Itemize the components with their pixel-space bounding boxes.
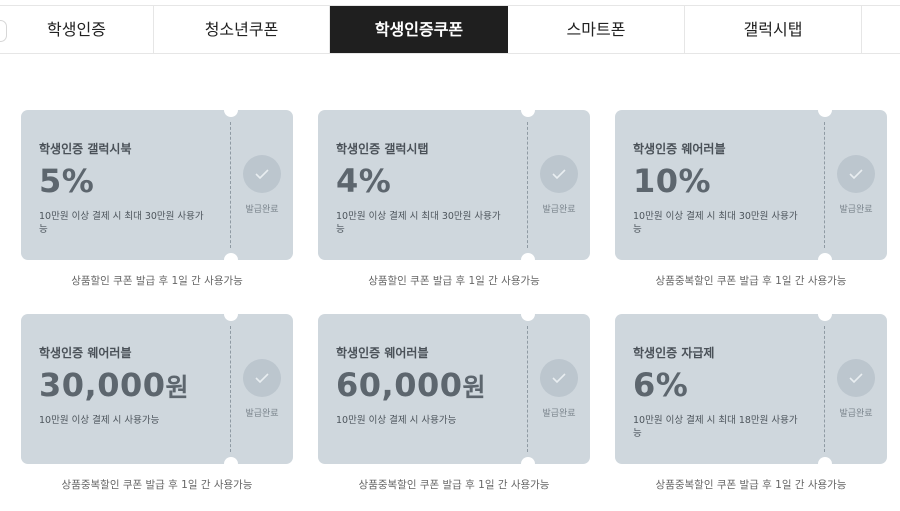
- coupon-condition: 10만원 이상 결제 시 사용가능: [336, 415, 457, 426]
- coupon-amount: 4%: [336, 162, 392, 200]
- coupon-note: 상품할인 쿠폰 발급 후 1일 간 사용가능: [71, 275, 243, 287]
- coupon-condition: 10만원 이상 결제 시 최대 30만원 사용가능: [336, 211, 501, 235]
- coupon-ticket: 학생인증 갤럭시북 5% 10만원 이상 결제 시 최대 30만원 사용가능 발…: [21, 103, 293, 267]
- coupon-amount: 10%: [633, 162, 712, 200]
- coupon-condition: 10만원 이상 결제 시 사용가능: [39, 415, 160, 426]
- coupon-amount: 5%: [39, 162, 95, 200]
- coupon-divider: [527, 326, 528, 452]
- coupon-note: 상품중복할인 쿠폰 발급 후 1일 간 사용가능: [655, 275, 847, 287]
- check-icon: [540, 155, 578, 193]
- coupon-note: 상품중복할인 쿠폰 발급 후 1일 간 사용가능: [61, 479, 253, 491]
- coupon-value: 4%: [336, 162, 391, 200]
- coupon-unit: 원: [165, 373, 189, 402]
- coupon-condition: 10만원 이상 결제 시 최대 18만원 사용가능: [633, 415, 798, 439]
- coupon-card: 학생인증 갤럭시탭 4% 10만원 이상 결제 시 최대 30만원 사용가능 발…: [318, 103, 590, 287]
- issued-status: 발급완료: [839, 205, 873, 215]
- issued-status: 발급완료: [245, 409, 279, 419]
- tab-youth-coupon[interactable]: 청소년쿠폰: [154, 6, 330, 53]
- coupon-note: 상품할인 쿠폰 발급 후 1일 간 사용가능: [368, 275, 540, 287]
- coupon-unit: 원: [462, 373, 486, 402]
- coupon-title: 학생인증 웨어러블: [336, 346, 429, 360]
- check-icon: [837, 359, 875, 397]
- check-icon: [243, 359, 281, 397]
- coupon-ticket: 학생인증 웨어러블 30,000원 10만원 이상 결제 시 사용가능 발급완료: [21, 307, 293, 471]
- coupon-card: 학생인증 웨어러블 10% 10만원 이상 결제 시 최대 30만원 사용가능 …: [615, 103, 887, 287]
- coupon-ticket: 학생인증 갤럭시탭 4% 10만원 이상 결제 시 최대 30만원 사용가능 발…: [318, 103, 590, 267]
- coupon-title: 학생인증 웨어러블: [633, 142, 726, 156]
- coupon-title: 학생인증 웨어러블: [39, 346, 132, 360]
- check-icon: [540, 359, 578, 397]
- category-tabs: 학생인증 청소년쿠폰 학생인증쿠폰 스마트폰 갤럭시탭: [0, 5, 900, 54]
- coupon-card: 학생인증 웨어러블 30,000원 10만원 이상 결제 시 사용가능 발급완료…: [21, 307, 293, 491]
- coupon-value: 6%: [633, 366, 688, 404]
- coupon-title: 학생인증 자급제: [633, 346, 715, 360]
- coupon-value: 30,000원: [39, 366, 189, 404]
- coupon-divider: [230, 326, 231, 452]
- tab-galaxy-tab[interactable]: 갤럭시탭: [685, 6, 862, 53]
- issued-status: 발급완료: [245, 205, 279, 215]
- check-icon: [837, 155, 875, 193]
- tab-smartphone[interactable]: 스마트폰: [508, 6, 685, 53]
- tab-student-coupon[interactable]: 학생인증쿠폰: [330, 6, 508, 53]
- coupon-title: 학생인증 갤럭시북: [39, 142, 132, 156]
- coupon-divider: [230, 122, 231, 248]
- coupon-condition: 10만원 이상 결제 시 최대 30만원 사용가능: [39, 211, 204, 235]
- coupon-value: 5%: [39, 162, 94, 200]
- coupon-divider: [527, 122, 528, 248]
- coupon-ticket: 학생인증 자급제 6% 10만원 이상 결제 시 최대 18만원 사용가능 발급…: [615, 307, 887, 471]
- issued-status: 발급완료: [542, 409, 576, 419]
- check-icon: [243, 155, 281, 193]
- coupon-value: 10%: [633, 162, 711, 200]
- issued-status: 발급완료: [839, 409, 873, 419]
- coupon-value: 60,000원: [336, 366, 486, 404]
- coupon-card: 학생인증 갤럭시북 5% 10만원 이상 결제 시 최대 30만원 사용가능 발…: [21, 103, 293, 287]
- coupon-note: 상품중복할인 쿠폰 발급 후 1일 간 사용가능: [358, 479, 550, 491]
- coupon-title: 학생인증 갤럭시탭: [336, 142, 429, 156]
- coupon-amount: 60,000: [336, 366, 463, 404]
- coupon-amount: 30,000: [39, 366, 166, 404]
- coupon-condition: 10만원 이상 결제 시 최대 30만원 사용가능: [633, 211, 798, 235]
- coupon-divider: [824, 326, 825, 452]
- coupon-amount: 6%: [633, 366, 689, 404]
- issued-status: 발급완료: [542, 205, 576, 215]
- tab-student-verify[interactable]: 학생인증: [0, 6, 154, 53]
- coupon-card: 학생인증 자급제 6% 10만원 이상 결제 시 최대 18만원 사용가능 발급…: [615, 307, 887, 491]
- coupon-note: 상품중복할인 쿠폰 발급 후 1일 간 사용가능: [655, 479, 847, 491]
- coupon-ticket: 학생인증 웨어러블 60,000원 10만원 이상 결제 시 사용가능 발급완료: [318, 307, 590, 471]
- coupon-divider: [824, 122, 825, 248]
- coupon-ticket: 학생인증 웨어러블 10% 10만원 이상 결제 시 최대 30만원 사용가능 …: [615, 103, 887, 267]
- coupon-card: 학생인증 웨어러블 60,000원 10만원 이상 결제 시 사용가능 발급완료…: [318, 307, 590, 491]
